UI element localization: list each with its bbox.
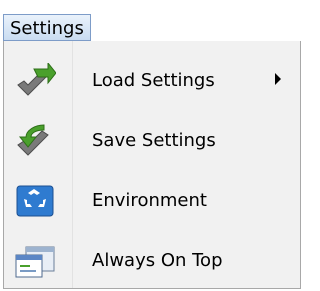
always-on-top-icon: [14, 243, 56, 279]
menu-item-save-settings[interactable]: Save Settings: [4, 111, 300, 171]
menu-item-always-on-top[interactable]: Always On Top: [4, 231, 300, 291]
menu-item-label: Always On Top: [92, 250, 223, 271]
menu-item-label: Load Settings: [92, 70, 215, 91]
submenu-arrow-icon: [275, 73, 281, 85]
menu-item-environment[interactable]: Environment: [4, 171, 300, 231]
menu-item-load-settings[interactable]: Load Settings: [4, 51, 300, 111]
settings-menu-title[interactable]: Settings: [3, 14, 91, 41]
environment-icon: [14, 183, 56, 219]
settings-dropdown-menu: Load Settings Save Settings Environment: [3, 41, 301, 289]
load-settings-icon: [14, 61, 57, 99]
menu-item-label: Environment: [92, 190, 207, 211]
menu-item-label: Save Settings: [92, 130, 216, 151]
menubar: Settings: [0, 0, 303, 44]
save-settings-icon: [14, 123, 56, 159]
